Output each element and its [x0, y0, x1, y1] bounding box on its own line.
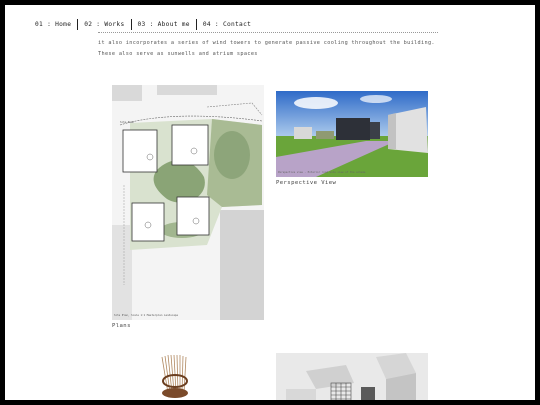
plan-small-footer: Site Plan, Scale 1:1 Masterplan Landscap… [114, 314, 179, 317]
wind-tower-image[interactable] [112, 353, 264, 400]
perspective-caption: Perspective View [276, 180, 337, 186]
nav-home-link[interactable]: 01 : Home [35, 21, 77, 28]
wind-tower-figure [112, 353, 264, 400]
plan-caption: Plans [112, 323, 131, 329]
perspective-figure: Perspective view - Exterior road side vi… [276, 91, 428, 186]
cutoff-line [98, 32, 438, 34]
massing-model-image[interactable] [276, 353, 428, 400]
massing-model-render [276, 353, 428, 400]
page: 01 : Home 02 : Works 03 : About me 04 : … [5, 5, 535, 400]
nav-contact-link[interactable]: 04 : Contact [197, 21, 257, 28]
article-text: it also incorporates a series of wind to… [98, 32, 448, 60]
plan-small-title: Site Plan [120, 121, 135, 124]
plan-figure: Site Plan Site Plan, Scale 1:1 Masterpla… [112, 85, 264, 329]
perspective-render [276, 91, 428, 177]
site-plan-drawing [112, 85, 264, 320]
nav-works-link[interactable]: 02 : Works [78, 21, 130, 28]
wind-tower-model [112, 353, 264, 400]
massing-model-figure [276, 353, 428, 400]
perspective-image[interactable]: Perspective view - Exterior road side vi… [276, 91, 428, 177]
perspective-small-footer: Perspective view - Exterior road side vi… [278, 171, 366, 174]
nav-about-link[interactable]: 03 : About me [132, 21, 196, 28]
site-plan-image[interactable]: Site Plan Site Plan, Scale 1:1 Masterpla… [112, 85, 264, 320]
main-nav: 01 : Home 02 : Works 03 : About me 04 : … [35, 17, 257, 31]
article-paragraph: it also incorporates a series of wind to… [98, 40, 435, 57]
